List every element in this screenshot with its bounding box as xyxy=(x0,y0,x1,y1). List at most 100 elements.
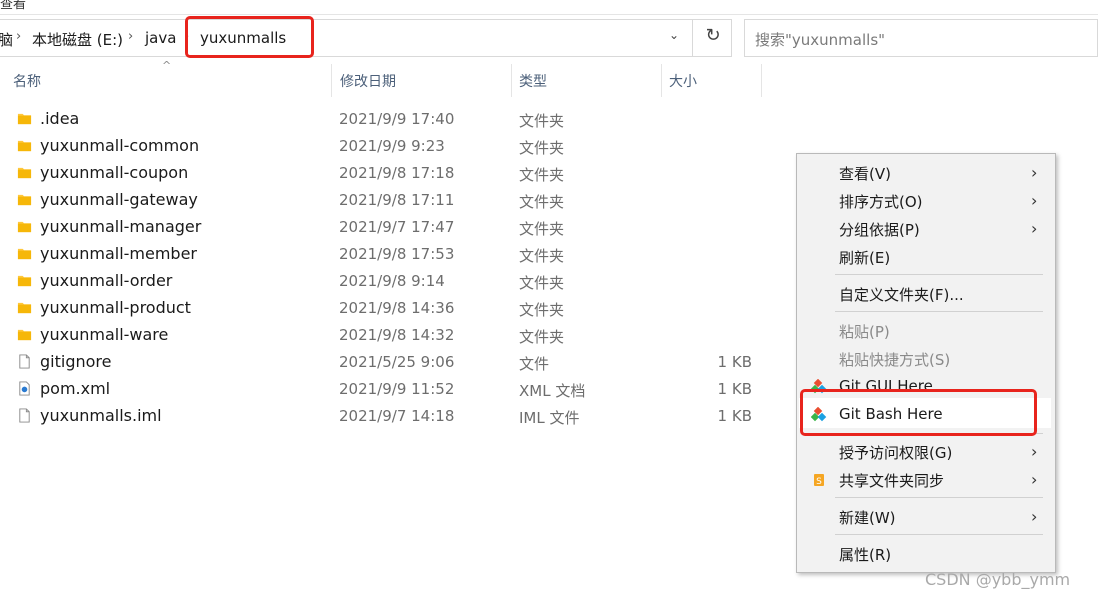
chevron-down-icon[interactable]: ⌄ xyxy=(663,28,685,48)
menu-item-label: 刷新(E) xyxy=(839,249,891,267)
file-row[interactable]: yuxunmall-coupon 2021/9/8 17:18 文件夹 xyxy=(0,160,780,187)
file-row[interactable]: pom.xml 2021/9/9 11:52 XML 文档 1 KB xyxy=(0,376,780,403)
annotation-highlight-git-bash xyxy=(800,389,1037,436)
chevron-right-icon: › xyxy=(1031,442,1038,461)
file-type: 文件夹 xyxy=(519,220,565,238)
file-name[interactable]: yuxunmall-gateway xyxy=(40,190,198,209)
file-row[interactable]: yuxunmall-common 2021/9/9 9:23 文件夹 xyxy=(0,133,780,160)
menu-item-label: 属性(R) xyxy=(839,546,892,564)
file-row[interactable]: .idea 2021/9/9 17:40 文件夹 xyxy=(0,106,780,133)
menu-item-label: 粘贴(P) xyxy=(839,323,890,341)
file-row[interactable]: yuxunmalls.iml 2021/9/7 14:18 IML 文件 1 KB xyxy=(0,403,780,430)
file-name[interactable]: pom.xml xyxy=(40,379,110,398)
breadcrumb-drive-e[interactable]: 本地磁盘 (E:) xyxy=(32,29,123,50)
address-divider xyxy=(692,20,693,56)
chevron-right-icon[interactable]: › xyxy=(128,29,133,44)
file-name[interactable]: yuxunmall-ware xyxy=(40,325,168,344)
column-header-type[interactable]: 类型 xyxy=(519,71,547,91)
file-size: 1 KB xyxy=(717,407,752,425)
menu-item-sort[interactable]: 排序方式(O) › xyxy=(797,187,1055,215)
menu-item-customize-folder[interactable]: 自定义文件夹(F)... xyxy=(797,280,1055,308)
title-strip: 查看 xyxy=(0,0,1098,15)
menu-item-label: 共享文件夹同步 xyxy=(839,472,945,490)
watermark: CSDN @ybb_ymm xyxy=(925,570,1071,589)
file-row[interactable]: yuxunmall-product 2021/9/8 14:36 文件夹 xyxy=(0,295,780,322)
menu-item-label: 新建(W) xyxy=(839,509,896,527)
file-type: 文件夹 xyxy=(519,112,565,130)
column-header-size[interactable]: 大小 xyxy=(669,71,697,91)
chevron-right-icon: › xyxy=(1031,191,1038,210)
refresh-icon[interactable]: ↻ xyxy=(700,25,726,51)
folder-icon xyxy=(17,140,32,152)
file-name[interactable]: yuxunmall-common xyxy=(40,136,199,155)
folder-icon xyxy=(17,329,32,341)
file-size: 1 KB xyxy=(717,380,752,398)
file-modified: 2021/9/8 17:53 xyxy=(339,245,455,263)
menu-item-new[interactable]: 新建(W) › xyxy=(797,503,1055,531)
column-divider[interactable] xyxy=(761,64,762,97)
search-box[interactable]: 搜索"yuxunmalls" xyxy=(744,19,1098,57)
breadcrumb-java[interactable]: java xyxy=(145,29,176,47)
file-name[interactable]: yuxunmall-coupon xyxy=(40,163,188,182)
address-bar[interactable]: 脑 › 本地磁盘 (E:) › java › yuxunmalls ⌄ ↻ xyxy=(0,19,732,57)
menu-item-label: 粘贴快捷方式(S) xyxy=(839,351,951,369)
column-divider[interactable] xyxy=(331,64,332,97)
share-sync-icon: S xyxy=(814,474,824,487)
file-name[interactable]: yuxunmall-member xyxy=(40,244,197,263)
file-icon xyxy=(19,408,30,423)
file-name[interactable]: yuxunmalls.iml xyxy=(40,406,162,425)
breadcrumb-this-pc[interactable]: 脑 xyxy=(0,29,13,50)
file-type: IML 文件 xyxy=(519,409,580,427)
column-divider[interactable] xyxy=(661,64,662,97)
file-row[interactable]: yuxunmall-manager 2021/9/7 17:47 文件夹 xyxy=(0,214,780,241)
folder-icon xyxy=(17,194,32,206)
file-modified: 2021/5/25 9:06 xyxy=(339,353,455,371)
menu-item-share-sync[interactable]: S 共享文件夹同步 › xyxy=(797,466,1055,494)
file-type: 文件 xyxy=(519,355,550,373)
chevron-right-icon: › xyxy=(1031,163,1038,182)
chevron-right-icon[interactable]: › xyxy=(16,29,21,44)
column-header-name[interactable]: 名称 xyxy=(13,71,41,91)
column-header-modified[interactable]: 修改日期 xyxy=(340,71,396,91)
xml-file-icon xyxy=(19,381,30,396)
file-modified: 2021/9/8 14:36 xyxy=(339,299,455,317)
menu-item-grant-access[interactable]: 授予访问权限(G) › xyxy=(797,438,1055,466)
folder-icon xyxy=(17,275,32,287)
menu-item-label: 分组依据(P) xyxy=(839,221,920,239)
menu-item-view[interactable]: 查看(V) › xyxy=(797,159,1055,187)
file-name[interactable]: yuxunmall-product xyxy=(40,298,191,317)
file-type: 文件夹 xyxy=(519,139,565,157)
file-type: 文件夹 xyxy=(519,274,565,292)
file-type: 文件夹 xyxy=(519,301,565,319)
file-row[interactable]: gitignore 2021/5/25 9:06 文件 1 KB xyxy=(0,349,780,376)
file-row[interactable]: yuxunmall-gateway 2021/9/8 17:11 文件夹 xyxy=(0,187,780,214)
file-row[interactable]: yuxunmall-order 2021/9/8 9:14 文件夹 xyxy=(0,268,780,295)
file-modified: 2021/9/8 17:18 xyxy=(339,164,455,182)
file-name[interactable]: .idea xyxy=(40,109,79,128)
file-name[interactable]: yuxunmall-manager xyxy=(40,217,201,236)
context-menu: 查看(V) › 排序方式(O) › 分组依据(P) › 刷新(E) 自定义文件夹… xyxy=(796,153,1056,573)
chevron-right-icon: › xyxy=(1031,507,1038,526)
menu-item-group[interactable]: 分组依据(P) › xyxy=(797,215,1055,243)
column-divider[interactable] xyxy=(511,64,512,97)
file-name[interactable]: yuxunmall-order xyxy=(40,271,172,290)
menu-item-properties[interactable]: 属性(R) xyxy=(797,540,1055,568)
menu-separator xyxy=(835,497,1043,498)
folder-icon xyxy=(17,113,32,125)
file-modified: 2021/9/9 17:40 xyxy=(339,110,455,128)
menu-item-label: 查看(V) xyxy=(839,165,891,183)
file-type: 文件夹 xyxy=(519,166,565,184)
file-icon xyxy=(19,354,30,369)
menu-separator xyxy=(835,534,1043,535)
file-row[interactable]: yuxunmall-member 2021/9/8 17:53 文件夹 xyxy=(0,241,780,268)
folder-icon xyxy=(17,167,32,179)
file-modified: 2021/9/8 14:32 xyxy=(339,326,455,344)
file-type: 文件夹 xyxy=(519,247,565,265)
folder-icon xyxy=(17,221,32,233)
annotation-highlight-folder xyxy=(185,16,314,58)
menu-item-paste-shortcut[interactable]: 粘贴快捷方式(S) xyxy=(797,345,1055,373)
menu-item-paste[interactable]: 粘贴(P) xyxy=(797,317,1055,345)
file-row[interactable]: yuxunmall-ware 2021/9/8 14:32 文件夹 xyxy=(0,322,780,349)
file-name[interactable]: gitignore xyxy=(40,352,111,371)
menu-item-refresh[interactable]: 刷新(E) xyxy=(797,243,1055,271)
